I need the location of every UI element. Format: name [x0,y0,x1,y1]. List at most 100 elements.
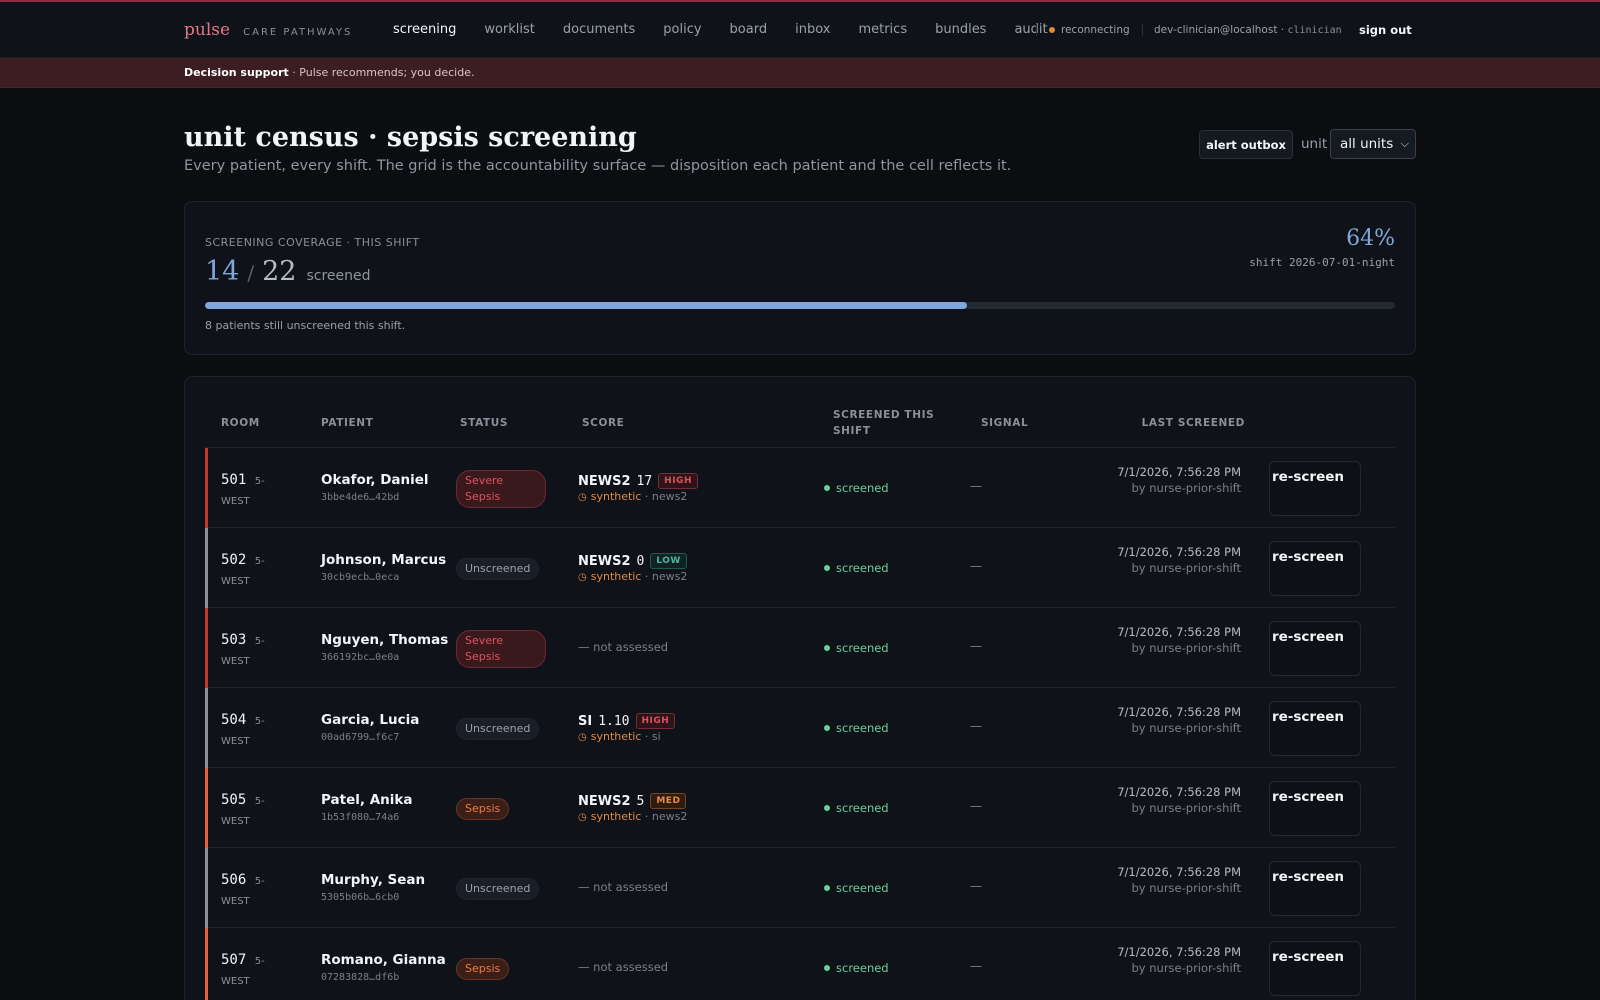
column-header-signal[interactable]: SIGNAL [981,415,1028,431]
decision-support-banner: Decision support · Pulse recommends; you… [0,58,1600,88]
column-header-screened[interactable]: SCREENED THIS SHIFT [833,407,943,439]
score-source: ◷ synthetic · news2 [578,570,687,583]
screened-indicator: screened [824,961,889,975]
nav-item-worklist[interactable]: worklist [484,22,535,37]
nav-item-inbox[interactable]: inbox [795,22,830,37]
rescreen-button[interactable]: re-screen [1269,461,1361,516]
screened-label: screened [836,801,889,815]
score-value: NEWS2 5 MED [578,790,687,809]
rescreen-button[interactable]: re-screen [1269,701,1361,756]
patient-name[interactable]: Murphy, Sean [321,872,425,888]
top-nav-bar: pulse CARE PATHWAYS screening worklist doc… [0,0,1600,58]
sign-out-link[interactable]: sign out [1359,23,1412,37]
clock-icon: ◷ [578,732,587,743]
score-source-type: synthetic [590,490,642,503]
score-value: SI 1.10 HIGH [578,710,676,729]
status-accent-bar [205,688,208,768]
screened-indicator: screened [824,561,889,575]
room-number: 506 [221,872,247,888]
check-dot-icon [824,805,830,811]
column-header-room[interactable]: ROOM [221,415,260,431]
patient-id: 30cb9ecb…0eca [321,572,400,583]
screened-label: screened [836,481,889,495]
coverage-word: screened [306,268,371,284]
patient-id: 366192bc…0e0a [321,652,400,663]
signal-value: — [970,879,982,893]
nav-item-metrics[interactable]: metrics [858,22,907,37]
unit-filter-value: all units [1340,136,1394,152]
table-row[interactable]: 501 5-WEST505Patel, Anika1b53f080…74a6Se… [205,768,1395,848]
unit-filter-label: unit [1301,136,1328,152]
patient-name[interactable]: Garcia, Lucia [321,712,419,728]
last-screened-time: 7/1/2026, 7:56:28 PM [1117,465,1241,479]
user-role: clinician [1287,25,1342,36]
table-row[interactable]: 501 5-WEST507Romano, Gianna07283828…df6b… [205,928,1395,1000]
patient-name[interactable]: Johnson, Marcus [321,552,446,568]
brand[interactable]: pulse CARE PATHWAYS [184,20,352,40]
rescreen-button[interactable]: re-screen [1269,861,1361,916]
column-header-status[interactable]: STATUS [460,415,508,431]
check-dot-icon [824,965,830,971]
risk-badge: HIGH [635,713,676,729]
nav-item-documents[interactable]: documents [563,22,635,37]
status-badge: Severe Sepsis [456,470,546,508]
table-row[interactable]: 501 5-WEST503Nguyen, Thomas366192bc…0e0a… [205,608,1395,688]
screened-indicator: screened [824,641,889,655]
last-screened-by: by nurse-prior-shift [1131,881,1241,895]
score-source: ◷ synthetic · si [578,730,661,743]
main-nav: screening worklist documents policy board inb… [393,22,1076,37]
screened-label: screened [836,721,889,735]
status-accent-bar [205,848,208,928]
status-accent-bar [205,528,208,608]
alert-outbox-button[interactable]: alert outbox [1199,130,1293,159]
screened-label: screened [836,881,889,895]
last-screened-by: by nurse-prior-shift [1131,721,1241,735]
table-row[interactable]: 501 5-WEST506Murphy, Sean5305b06b…6cb0Un… [205,848,1395,928]
status-accent-bar [205,448,208,528]
rescreen-button[interactable]: re-screen [1269,941,1361,996]
nav-item-screening[interactable]: screening [393,22,456,37]
status-badge: Unscreened [456,558,540,580]
patient-name[interactable]: Patel, Anika [321,792,412,808]
score-name: NEWS2 [578,474,631,489]
table-row[interactable]: 501 5-WEST501Okafor, Daniel3bbe4de6…42bd… [205,448,1395,528]
column-header-last-screened[interactable]: LAST SCREENED [1115,415,1245,431]
status-badge: Severe Sepsis [456,630,546,668]
last-screened: 7/1/2026, 7:56:28 PM by nurse-prior-shift [1111,944,1241,976]
table-row[interactable]: 501 5-WEST502Johnson, Marcus30cb9ecb…0ec… [205,528,1395,608]
room-number: 503 [221,632,247,648]
score-value: NEWS2 17 HIGH [578,470,698,489]
nav-item-policy[interactable]: policy [663,22,701,37]
patient-name[interactable]: Okafor, Daniel [321,472,429,488]
patient-id: 00ad6799…f6c7 [321,732,400,743]
patient-name[interactable]: Nguyen, Thomas [321,632,448,648]
brand-logo[interactable]: pulse [184,20,230,40]
screened-indicator: screened [824,801,889,815]
score-source-type: synthetic [590,570,642,583]
unit-filter-select[interactable]: all units ⌵ [1330,129,1416,159]
rescreen-button[interactable]: re-screen [1269,541,1361,596]
status-badge: Unscreened [456,878,540,900]
room-number: 505 [221,792,247,808]
last-screened: 7/1/2026, 7:56:28 PM by nurse-prior-shift [1111,544,1241,576]
last-screened: 7/1/2026, 7:56:28 PM by nurse-prior-shift [1111,704,1241,736]
nav-item-bundles[interactable]: bundles [935,22,986,37]
check-dot-icon [824,485,830,491]
last-screened-time: 7/1/2026, 7:56:28 PM [1117,625,1241,639]
last-screened-time: 7/1/2026, 7:56:28 PM [1117,705,1241,719]
check-dot-icon [824,725,830,731]
column-header-patient[interactable]: PATIENT [321,415,373,431]
clock-icon: ◷ [578,572,587,583]
score-number: 17 [636,474,653,489]
rescreen-button[interactable]: re-screen [1269,621,1361,676]
rescreen-button[interactable]: re-screen [1269,781,1361,836]
risk-badge: MED [650,793,687,809]
column-header-score[interactable]: SCORE [582,415,624,431]
last-screened: 7/1/2026, 7:56:28 PM by nurse-prior-shift [1111,784,1241,816]
signal-value: — [970,959,982,973]
table-row[interactable]: 501 5-WEST504Garcia, Lucia00ad6799…f6c7U… [205,688,1395,768]
patient-name[interactable]: Romano, Gianna [321,952,446,968]
score-not-assessed: — not assessed [578,880,669,894]
signal-value: — [970,479,982,493]
nav-item-board[interactable]: board [730,22,768,37]
